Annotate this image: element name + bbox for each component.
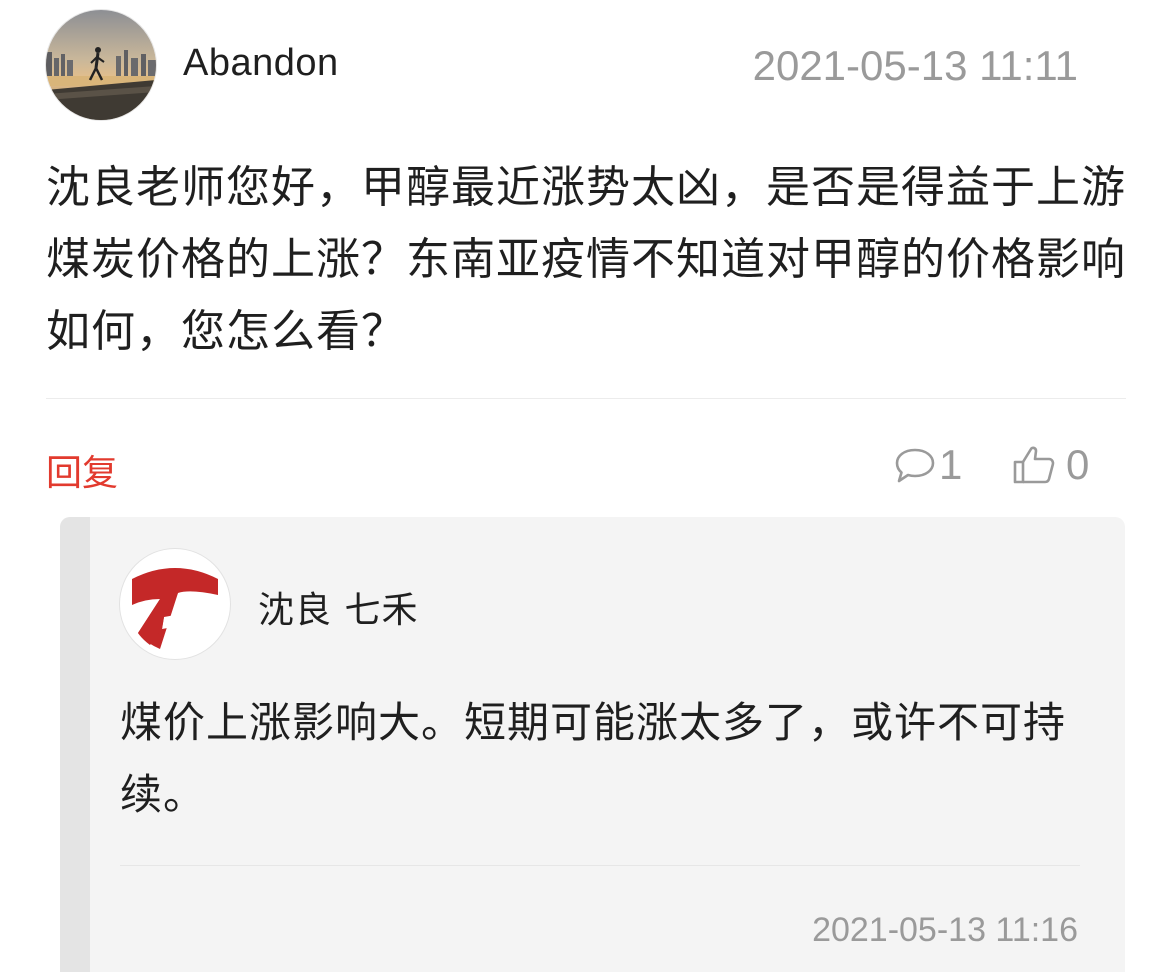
thumbs-up-icon: [1013, 446, 1055, 484]
post-header: Abandon 2021-05-13 11:11: [46, 10, 1126, 120]
comment-count: 1: [939, 441, 963, 488]
author-name[interactable]: 沈良 七禾: [258, 581, 418, 633]
like-button[interactable]: 0: [1012, 441, 1090, 488]
sunset-photo-icon: [46, 10, 156, 120]
username[interactable]: Abandon: [183, 42, 339, 85]
reply-button[interactable]: 回复: [46, 444, 118, 496]
divider: [46, 398, 1126, 399]
seven-logo-icon: [123, 552, 227, 656]
post-content: 沈良老师您好，甲醇最近涨势太凶，是否是得益于上游煤炭价格的上涨？东南亚疫情不知道…: [46, 162, 1126, 357]
user-avatar[interactable]: [46, 10, 156, 120]
reply-timestamp: 2021-05-13 11:16: [812, 911, 1078, 949]
divider: [120, 865, 1080, 866]
comment-count-button[interactable]: 1: [893, 441, 963, 488]
comment-thread: Abandon 2021-05-13 11:11 沈良老师您好，甲醇最近涨势太凶…: [0, 0, 1170, 972]
reply-indent-bar: [60, 517, 90, 972]
reply-content: 煤价上涨影响大。短期可能涨太多了，或许不可持续。: [120, 698, 1067, 819]
post-timestamp: 2021-05-13 11:11: [752, 42, 1078, 89]
author-avatar[interactable]: [120, 549, 230, 659]
like-count: 0: [1066, 441, 1090, 488]
author-reply: 沈良 七禾 煤价上涨影响大。短期可能涨太多了，或许不可持续。 2021-05-1…: [60, 517, 1125, 972]
speech-bubble-icon: [895, 448, 935, 483]
